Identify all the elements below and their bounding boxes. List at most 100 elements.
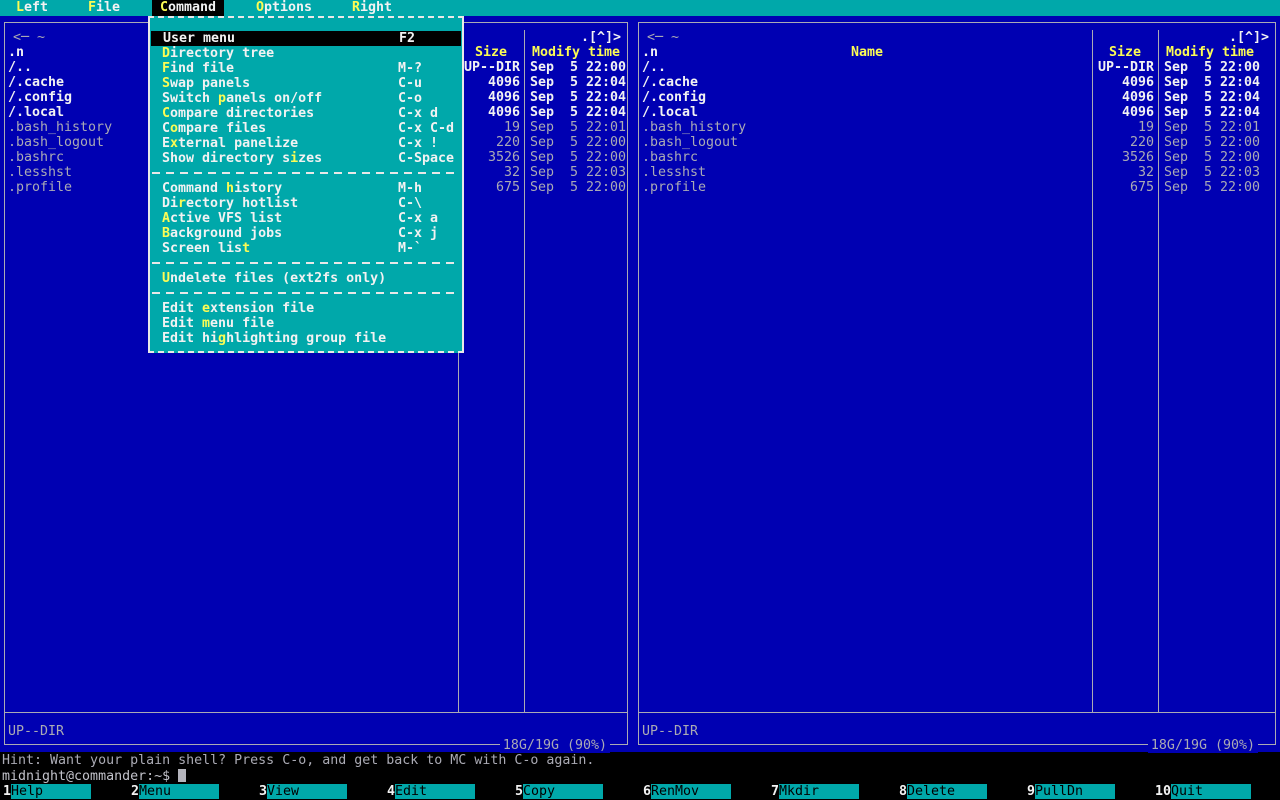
menu-item-label: Screen list <box>162 241 250 256</box>
fkey-menu[interactable]: 2Menu <box>128 784 256 799</box>
fkey-quit[interactable]: 10Quit <box>1152 784 1280 799</box>
fkey-label: Help <box>11 784 91 799</box>
menu-item-shortcut: C-u <box>398 76 422 91</box>
menubar-item-file[interactable]: File <box>88 0 120 16</box>
hotkey-letter: i <box>290 151 298 166</box>
fkey-number: 8 <box>896 784 907 799</box>
ministatus-separator <box>639 712 1275 713</box>
fkey-copy[interactable]: 5Copy <box>512 784 640 799</box>
file-row[interactable]: /.cache4096Sep 5 22:04 <box>634 75 1280 90</box>
menu-item-active-vfs-list[interactable]: Active VFS list C-x a <box>150 211 462 226</box>
hotkey-letter: B <box>162 226 170 241</box>
command-dropdown-menu: User menuF2Directory treeFind fileM-?Swa… <box>148 16 464 353</box>
menu-item-shortcut: C-x a <box>398 211 438 226</box>
menu-item-switch-panels-on-off[interactable]: Switch panels on/offC-o <box>150 91 462 106</box>
menu-item-label: Active VFS list <box>162 211 282 226</box>
hotkey-letter: O <box>256 0 264 15</box>
fkey-help[interactable]: 1Help <box>0 784 128 799</box>
menu-item-undelete-files-ext2fs-only[interactable]: Undelete files (ext2fs only) <box>150 271 462 286</box>
hotkey-letter: r <box>178 196 186 211</box>
label-text: ternal panelize <box>178 136 298 151</box>
shell-prompt[interactable]: midnight@commander:~$ <box>2 769 186 784</box>
file-name: .profile <box>8 180 72 195</box>
file-row[interactable]: .profile675Sep 5 22:00 <box>634 180 1280 195</box>
menu-item-label: External panelize <box>162 136 298 151</box>
fkey-label: Edit <box>395 784 475 799</box>
file-size: 4096 <box>462 90 520 105</box>
hint-line: Hint: Want your plain shell? Press C-o, … <box>2 753 594 768</box>
panel-history-corner[interactable]: .[^]> <box>1226 30 1272 45</box>
label-text: hlighting group file <box>226 331 386 346</box>
fkey-edit[interactable]: 4Edit <box>384 784 512 799</box>
fkey-view[interactable]: 3View <box>256 784 384 799</box>
file-mtime: Sep 5 22:01 <box>1164 120 1260 135</box>
file-row[interactable]: /.local4096Sep 5 22:04 <box>634 105 1280 120</box>
file-row[interactable]: .lesshst32Sep 5 22:03 <box>634 165 1280 180</box>
label-text: C <box>162 121 170 136</box>
panel-history-corner[interactable]: .[^]> <box>578 30 624 45</box>
menu-item-edit-extension-file[interactable]: Edit extension file <box>150 301 462 316</box>
menu-item-shortcut: C-x d <box>398 106 438 121</box>
file-name: /.config <box>642 90 706 105</box>
column-header-name[interactable]: Name <box>642 45 1092 60</box>
menu-item-directory-hotlist[interactable]: Directory hotlistC-\ <box>150 196 462 211</box>
menubar-item-options[interactable]: Options <box>256 0 312 16</box>
menu-separator <box>152 172 460 174</box>
menu-item-background-jobs[interactable]: Background jobsC-x j <box>150 226 462 241</box>
menubar-item-left[interactable]: Left <box>16 0 48 16</box>
column-header-size[interactable]: Size <box>1092 45 1158 60</box>
file-row[interactable]: /.config4096Sep 5 22:04 <box>634 90 1280 105</box>
menu-item-label: Undelete files (ext2fs only) <box>162 271 386 286</box>
menu-item-screen-list[interactable]: Screen listM-` <box>150 241 462 256</box>
menu-item-directory-tree[interactable]: Directory tree <box>150 46 462 61</box>
column-header-mtime[interactable]: Modify time <box>524 45 628 60</box>
menu-item-external-panelize[interactable]: External panelizeC-x ! <box>150 136 462 151</box>
menu-item-shortcut: C-x C-d <box>398 121 454 136</box>
file-row[interactable]: .bash_logout220Sep 5 22:00 <box>634 135 1280 150</box>
menu-item-find-file[interactable]: Find fileM-? <box>150 61 462 76</box>
fkey-label: Copy <box>523 784 603 799</box>
file-size: 4096 <box>462 105 520 120</box>
column-header-size[interactable]: Size <box>458 45 524 60</box>
hotkey-letter: A <box>162 211 170 226</box>
panel-path-label: <─ ~ <box>10 30 48 45</box>
file-size: 4096 <box>462 75 520 90</box>
file-name: /.local <box>8 105 64 120</box>
label-text: ndelete files (ext2fs only) <box>170 271 386 286</box>
hotkey-letter: F <box>162 61 170 76</box>
file-size: UP--DIR <box>1096 60 1154 75</box>
fkey-mkdir[interactable]: 7Mkdir <box>768 784 896 799</box>
hotkey-letter: x <box>170 136 178 151</box>
menu-item-edit-menu-file[interactable]: Edit menu file <box>150 316 462 331</box>
file-name: /.local <box>642 105 698 120</box>
hotkey-letter: D <box>162 46 170 61</box>
file-name: .bash_history <box>642 120 746 135</box>
file-row[interactable]: /..UP--DIRSep 5 22:00 <box>634 60 1280 75</box>
file-size: 675 <box>1096 180 1154 195</box>
menu-item-user-menu[interactable]: User menuF2 <box>151 31 461 46</box>
hotkey-letter: p <box>218 91 226 106</box>
fkey-renmov[interactable]: 6RenMov <box>640 784 768 799</box>
menu-item-show-directory-sizes[interactable]: Show directory sizesC-Space <box>150 151 462 166</box>
label-text: Command <box>162 181 226 196</box>
menu-item-swap-panels[interactable]: Swap panelsC-u <box>150 76 462 91</box>
menu-item-command-history[interactable]: Command historyM-h <box>150 181 462 196</box>
fkey-label: View <box>267 784 347 799</box>
fkey-pulldn[interactable]: 9PullDn <box>1024 784 1152 799</box>
panel-ministatus: UP--DIR <box>642 724 698 739</box>
menu-item-label: Background jobs <box>162 226 282 241</box>
file-row[interactable]: .bashrc3526Sep 5 22:00 <box>634 150 1280 165</box>
menu-item-shortcut: C-o <box>398 91 422 106</box>
menu-item-edit-highlighting-group-file[interactable]: Edit highlighting group file <box>150 331 462 346</box>
menu-item-label: Show directory sizes <box>162 151 322 166</box>
column-header-mtime[interactable]: Modify time <box>1158 45 1262 60</box>
menu-item-compare-directories[interactable]: Compare directoriesC-x d <box>150 106 462 121</box>
fkey-delete[interactable]: 8Delete <box>896 784 1024 799</box>
menubar-item-command[interactable]: Command <box>152 0 224 16</box>
fkey-number: 2 <box>128 784 139 799</box>
fkey-number: 3 <box>256 784 267 799</box>
file-row[interactable]: .bash_history19Sep 5 22:01 <box>634 120 1280 135</box>
fkey-number: 10 <box>1152 784 1171 799</box>
menubar-item-right[interactable]: Right <box>352 0 392 16</box>
menu-item-compare-files[interactable]: Compare filesC-x C-d <box>150 121 462 136</box>
